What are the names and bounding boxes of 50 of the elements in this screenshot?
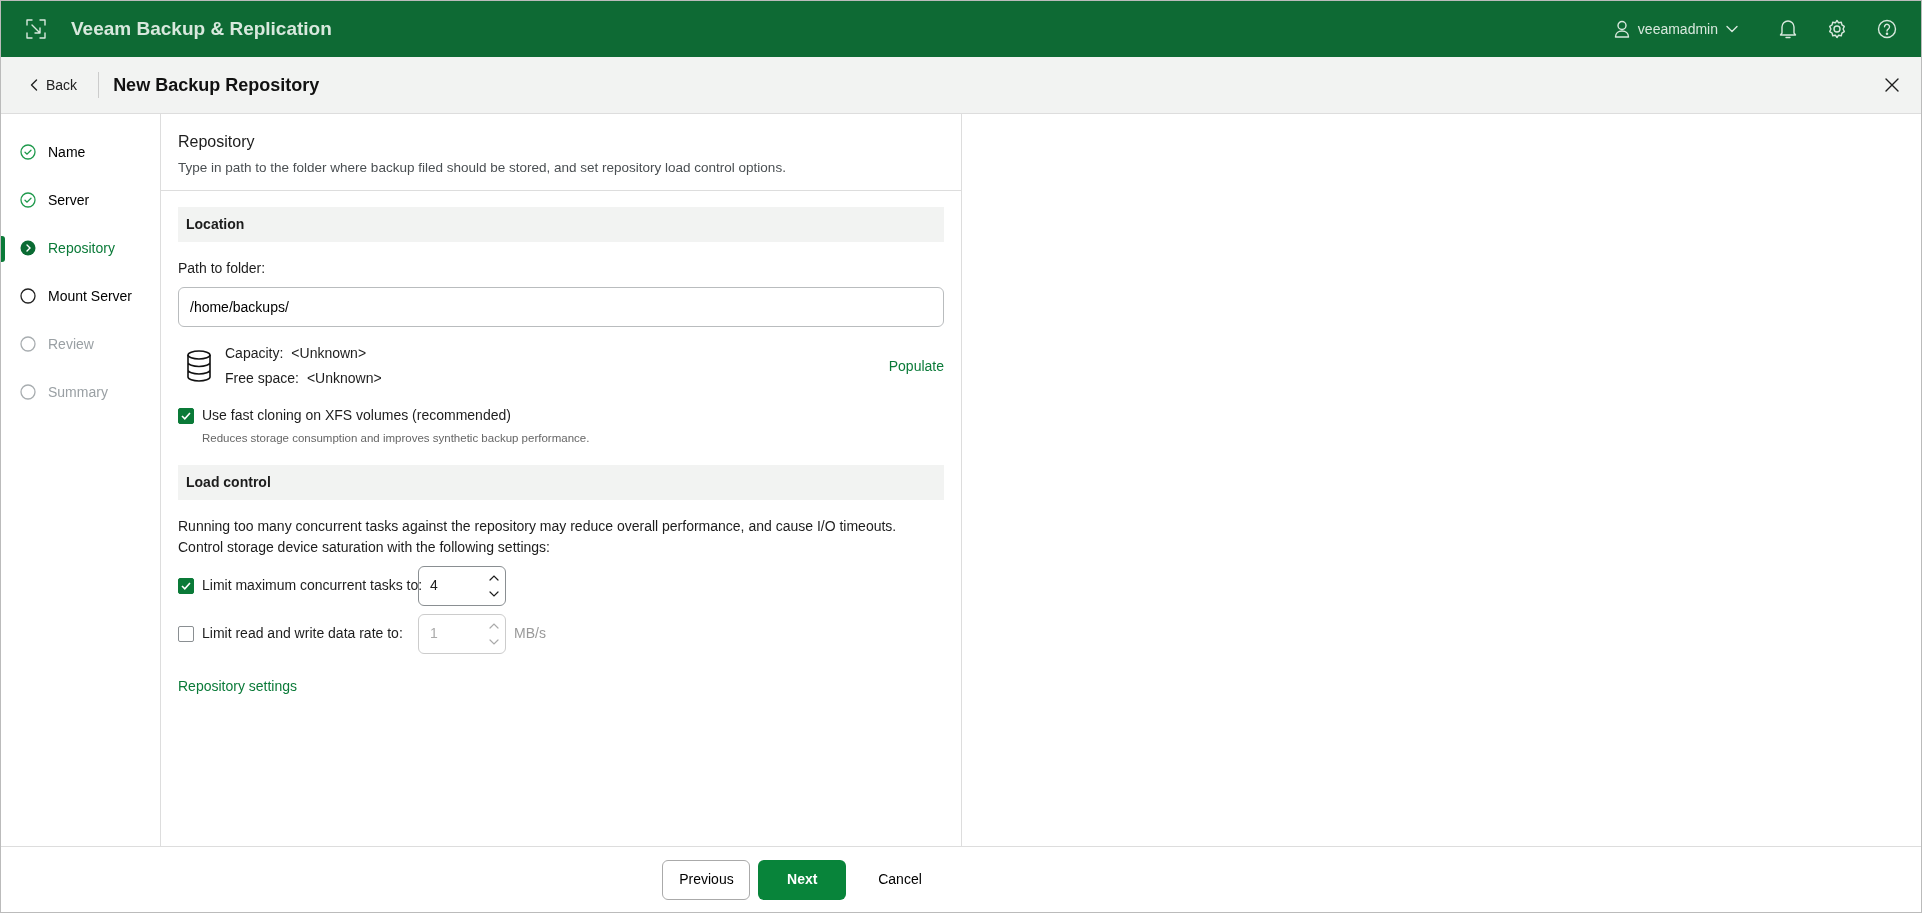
settings-icon[interactable]	[1827, 19, 1847, 39]
close-icon[interactable]	[1885, 78, 1899, 92]
repository-settings-link[interactable]: Repository settings	[178, 675, 298, 697]
field-label: Free space:	[225, 369, 299, 389]
help-icon[interactable]	[1877, 19, 1897, 39]
wizard-step[interactable]: Server	[1, 176, 160, 224]
user-menu[interactable]: veeamadmin	[1612, 17, 1739, 41]
app-title: Veeam Backup & Replication	[71, 16, 332, 41]
checkbox-label: Use fast cloning on XFS volumes (recommended)	[202, 406, 511, 426]
spinner-arrows-icon	[489, 621, 499, 646]
wizard-step[interactable]: Mount Server	[1, 272, 160, 320]
checkbox[interactable]	[178, 407, 194, 424]
cancel-button[interactable]: Cancel	[862, 859, 938, 900]
chevron-left-icon	[30, 79, 38, 91]
app-logo-icon[interactable]	[25, 18, 47, 40]
path-field[interactable]: /home/backups/	[178, 287, 944, 328]
section-heading: Location	[178, 207, 944, 243]
circle-icon	[20, 384, 36, 400]
unit-label: MB/s	[514, 624, 546, 643]
caret-icon	[1726, 25, 1738, 33]
check-circle-icon	[20, 144, 36, 160]
field-label: Path to folder:	[178, 259, 267, 279]
next-button[interactable]: Next	[758, 859, 847, 900]
check-icon	[181, 581, 191, 590]
populate-link[interactable]: Populate	[888, 355, 944, 377]
page-description: Type in path to the folder where backup filed should be stored, and set repository load control options.	[178, 159, 787, 177]
wizard-step[interactable]: Repository	[1, 224, 160, 272]
circle-icon	[20, 288, 36, 304]
chevron-circle-icon	[20, 240, 36, 256]
check-icon	[181, 411, 191, 420]
checkbox[interactable]	[178, 577, 194, 594]
database-icon	[186, 350, 212, 383]
checkbox-label: Limit read and write data rate to:	[202, 624, 404, 643]
spinner-arrows-icon	[489, 573, 499, 598]
previous-button[interactable]: Previous	[662, 859, 751, 900]
section-heading: Load control	[178, 464, 944, 500]
hint-text: Reduces storage consumption and improves synthetic backup performance.	[202, 431, 591, 447]
field-label: Capacity:	[225, 344, 284, 364]
circle-icon	[20, 336, 36, 352]
section-description: Running too many concurrent tasks against the repository may reduce overall performance, and cause I/O timeouts. Control storage device saturation with the following settings:	[178, 516, 898, 557]
field-value: <Unknown>	[306, 369, 382, 389]
notifications-icon[interactable]	[1779, 19, 1797, 39]
back-button[interactable]: Back	[17, 67, 91, 103]
checkbox[interactable]	[178, 625, 194, 642]
wizard-step[interactable]: Name	[1, 128, 160, 176]
page-title: Repository	[178, 132, 256, 152]
field-value: <Unknown>	[291, 344, 367, 364]
wizard-title: New Backup Repository	[113, 73, 320, 97]
check-circle-icon	[20, 192, 36, 208]
user-icon	[1613, 20, 1630, 38]
